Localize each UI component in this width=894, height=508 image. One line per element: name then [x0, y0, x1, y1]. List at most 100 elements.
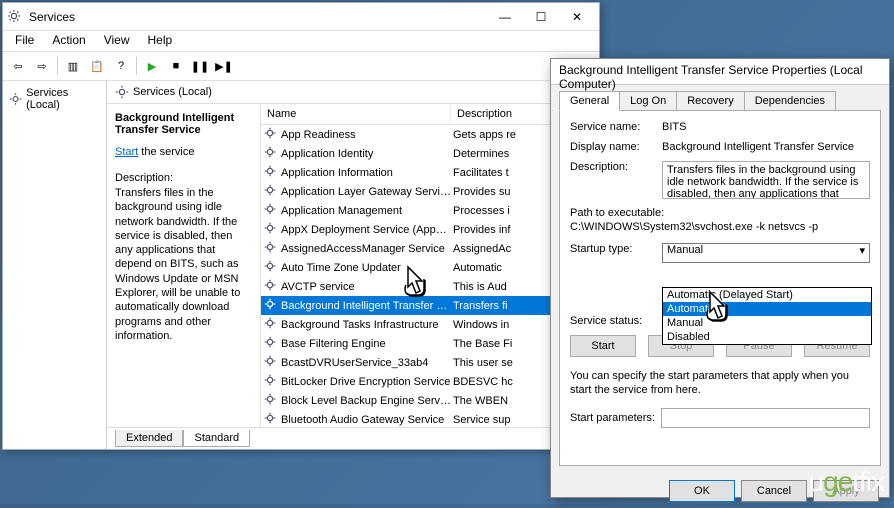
dropdown-option[interactable]: Disabled — [663, 330, 871, 344]
services-list: Name Description App ReadinessGets apps … — [261, 104, 599, 427]
list-item[interactable]: Block Level Backup Engine ServiceThe WBE… — [261, 391, 599, 410]
startup-dropdown: Automatic (Delayed Start)AutomaticManual… — [662, 287, 872, 345]
label-path: Path to executable: — [570, 207, 870, 219]
tab-logon[interactable]: Log On — [619, 91, 677, 111]
list-item[interactable]: Background Tasks InfrastructureWindows i… — [261, 315, 599, 334]
show-hide-button[interactable]: ▥ — [62, 55, 84, 77]
gear-icon — [263, 240, 279, 257]
dropdown-option[interactable]: Automatic (Delayed Start) — [663, 288, 871, 302]
gear-icon — [263, 373, 279, 390]
list-item[interactable]: Base Filtering EngineThe Base Fi — [261, 334, 599, 353]
ok-button[interactable]: OK — [669, 480, 735, 502]
service-name: Application Management — [281, 205, 451, 217]
menu-file[interactable]: File — [7, 31, 42, 51]
value-description[interactable]: Transfers files in the background using … — [662, 161, 870, 199]
stop-icon[interactable]: ■ — [165, 55, 187, 77]
cancel-button[interactable]: Cancel — [741, 480, 807, 502]
start-params-input[interactable] — [661, 408, 870, 428]
forward-button[interactable]: ⇨ — [31, 55, 53, 77]
tab-dependencies[interactable]: Dependencies — [744, 91, 836, 111]
maximize-button[interactable]: ☐ — [523, 5, 559, 29]
selected-service-name: Background Intelligent Transfer Service — [115, 112, 252, 136]
tab-recovery[interactable]: Recovery — [676, 91, 744, 111]
note-text: You can specify the start parameters tha… — [570, 369, 870, 398]
start-service-link[interactable]: Start — [115, 146, 138, 158]
gear-icon — [263, 335, 279, 352]
label-start-params: Start parameters: — [570, 412, 655, 424]
list-header: Name Description — [261, 104, 599, 125]
gear-icon — [9, 92, 22, 106]
gear-icon — [263, 278, 279, 295]
list-item[interactable]: Application IdentityDetermines — [261, 144, 599, 163]
tree-root-label: Services (Local) — [26, 87, 100, 111]
export-button[interactable]: 📋 — [86, 55, 108, 77]
minimize-button[interactable]: — — [487, 5, 523, 29]
properties-dialog: Background Intelligent Transfer Service … — [550, 58, 890, 498]
toolbar: ⇦ ⇨ ▥ 📋 ? ▶ ■ ❚❚ ▶❚ — [3, 51, 599, 81]
service-name: Application Identity — [281, 148, 451, 160]
menu-view[interactable]: View — [96, 31, 138, 51]
gear-icon — [263, 221, 279, 238]
startup-selected-value: Manual — [667, 244, 703, 256]
service-name: BitLocker Drive Encryption Service — [281, 376, 451, 388]
service-name: Application Layer Gateway Service — [281, 186, 451, 198]
tab-extended[interactable]: Extended — [115, 430, 183, 447]
pane-header-label: Services (Local) — [133, 86, 212, 98]
gear-icon — [115, 85, 129, 99]
value-display-name: Background Intelligent Transfer Service — [662, 141, 870, 153]
list-item[interactable]: AVCTP serviceThis is Aud — [261, 277, 599, 296]
list-item[interactable]: BitLocker Drive Encryption ServiceBDESVC… — [261, 372, 599, 391]
gear-icon — [263, 259, 279, 276]
col-name[interactable]: Name — [261, 104, 451, 124]
service-name: Bluetooth Audio Gateway Service — [281, 414, 451, 426]
gear-icon — [263, 354, 279, 371]
list-item[interactable]: Application InformationFacilitates t — [261, 163, 599, 182]
label-service-status: Service status: — [570, 315, 662, 327]
tree-panel: Services (Local) — [3, 81, 107, 449]
list-item[interactable]: AppX Deployment Service (AppXSVC)Provide… — [261, 220, 599, 239]
description-text: Transfers files in the background using … — [115, 186, 252, 343]
tab-standard[interactable]: Standard — [183, 430, 250, 447]
help-button[interactable]: ? — [110, 55, 132, 77]
restart-icon[interactable]: ▶❚ — [213, 55, 235, 77]
menu-action[interactable]: Action — [44, 31, 93, 51]
dropdown-option[interactable]: Automatic — [663, 302, 871, 316]
value-service-name: BITS — [662, 121, 870, 133]
service-name: Background Intelligent Transfer Service — [281, 300, 451, 312]
dropdown-option[interactable]: Manual — [663, 316, 871, 330]
pane-header: Services (Local) — [107, 81, 599, 104]
list-item[interactable]: Background Intelligent Transfer ServiceT… — [261, 296, 599, 315]
service-name: BcastDVRUserService_33ab4 — [281, 357, 451, 369]
detail-panel: Background Intelligent Transfer Service … — [107, 104, 261, 427]
tree-root[interactable]: Services (Local) — [7, 85, 102, 113]
start-button[interactable]: Start — [570, 335, 636, 357]
menu-help[interactable]: Help — [140, 31, 181, 51]
gear-icon — [263, 126, 279, 143]
gear-icon — [263, 411, 279, 427]
watermark: ugetfix — [808, 466, 884, 498]
value-path: C:\WINDOWS\System32\svchost.exe -k netsv… — [570, 221, 870, 233]
startup-type-select[interactable]: Manual ▾ — [662, 243, 870, 263]
service-name: Auto Time Zone Updater — [281, 262, 451, 274]
list-item[interactable]: Application ManagementProcesses i — [261, 201, 599, 220]
pause-icon[interactable]: ❚❚ — [189, 55, 211, 77]
list-item[interactable]: App ReadinessGets apps re — [261, 125, 599, 144]
service-name: AssignedAccessManager Service — [281, 243, 451, 255]
list-item[interactable]: BcastDVRUserService_33ab4This user se — [261, 353, 599, 372]
list-item[interactable]: Application Layer Gateway ServiceProvide… — [261, 182, 599, 201]
list-item[interactable]: Bluetooth Audio Gateway ServiceService s… — [261, 410, 599, 427]
service-name: App Readiness — [281, 129, 451, 141]
titlebar[interactable]: Services — ☐ ✕ — [3, 3, 599, 31]
gear-icon — [263, 145, 279, 162]
gear-icon — [263, 183, 279, 200]
tab-general[interactable]: General — [559, 91, 620, 111]
close-button[interactable]: ✕ — [559, 5, 595, 29]
services-window: Services — ☐ ✕ File Action View Help ⇦ ⇨… — [2, 2, 600, 450]
play-icon[interactable]: ▶ — [141, 55, 163, 77]
list-item[interactable]: Auto Time Zone UpdaterAutomatic — [261, 258, 599, 277]
list-item[interactable]: AssignedAccessManager ServiceAssignedAc — [261, 239, 599, 258]
dialog-title[interactable]: Background Intelligent Transfer Service … — [551, 59, 889, 85]
service-name: AppX Deployment Service (AppXSVC) — [281, 224, 451, 236]
menubar: File Action View Help — [3, 31, 599, 51]
back-button[interactable]: ⇦ — [7, 55, 29, 77]
